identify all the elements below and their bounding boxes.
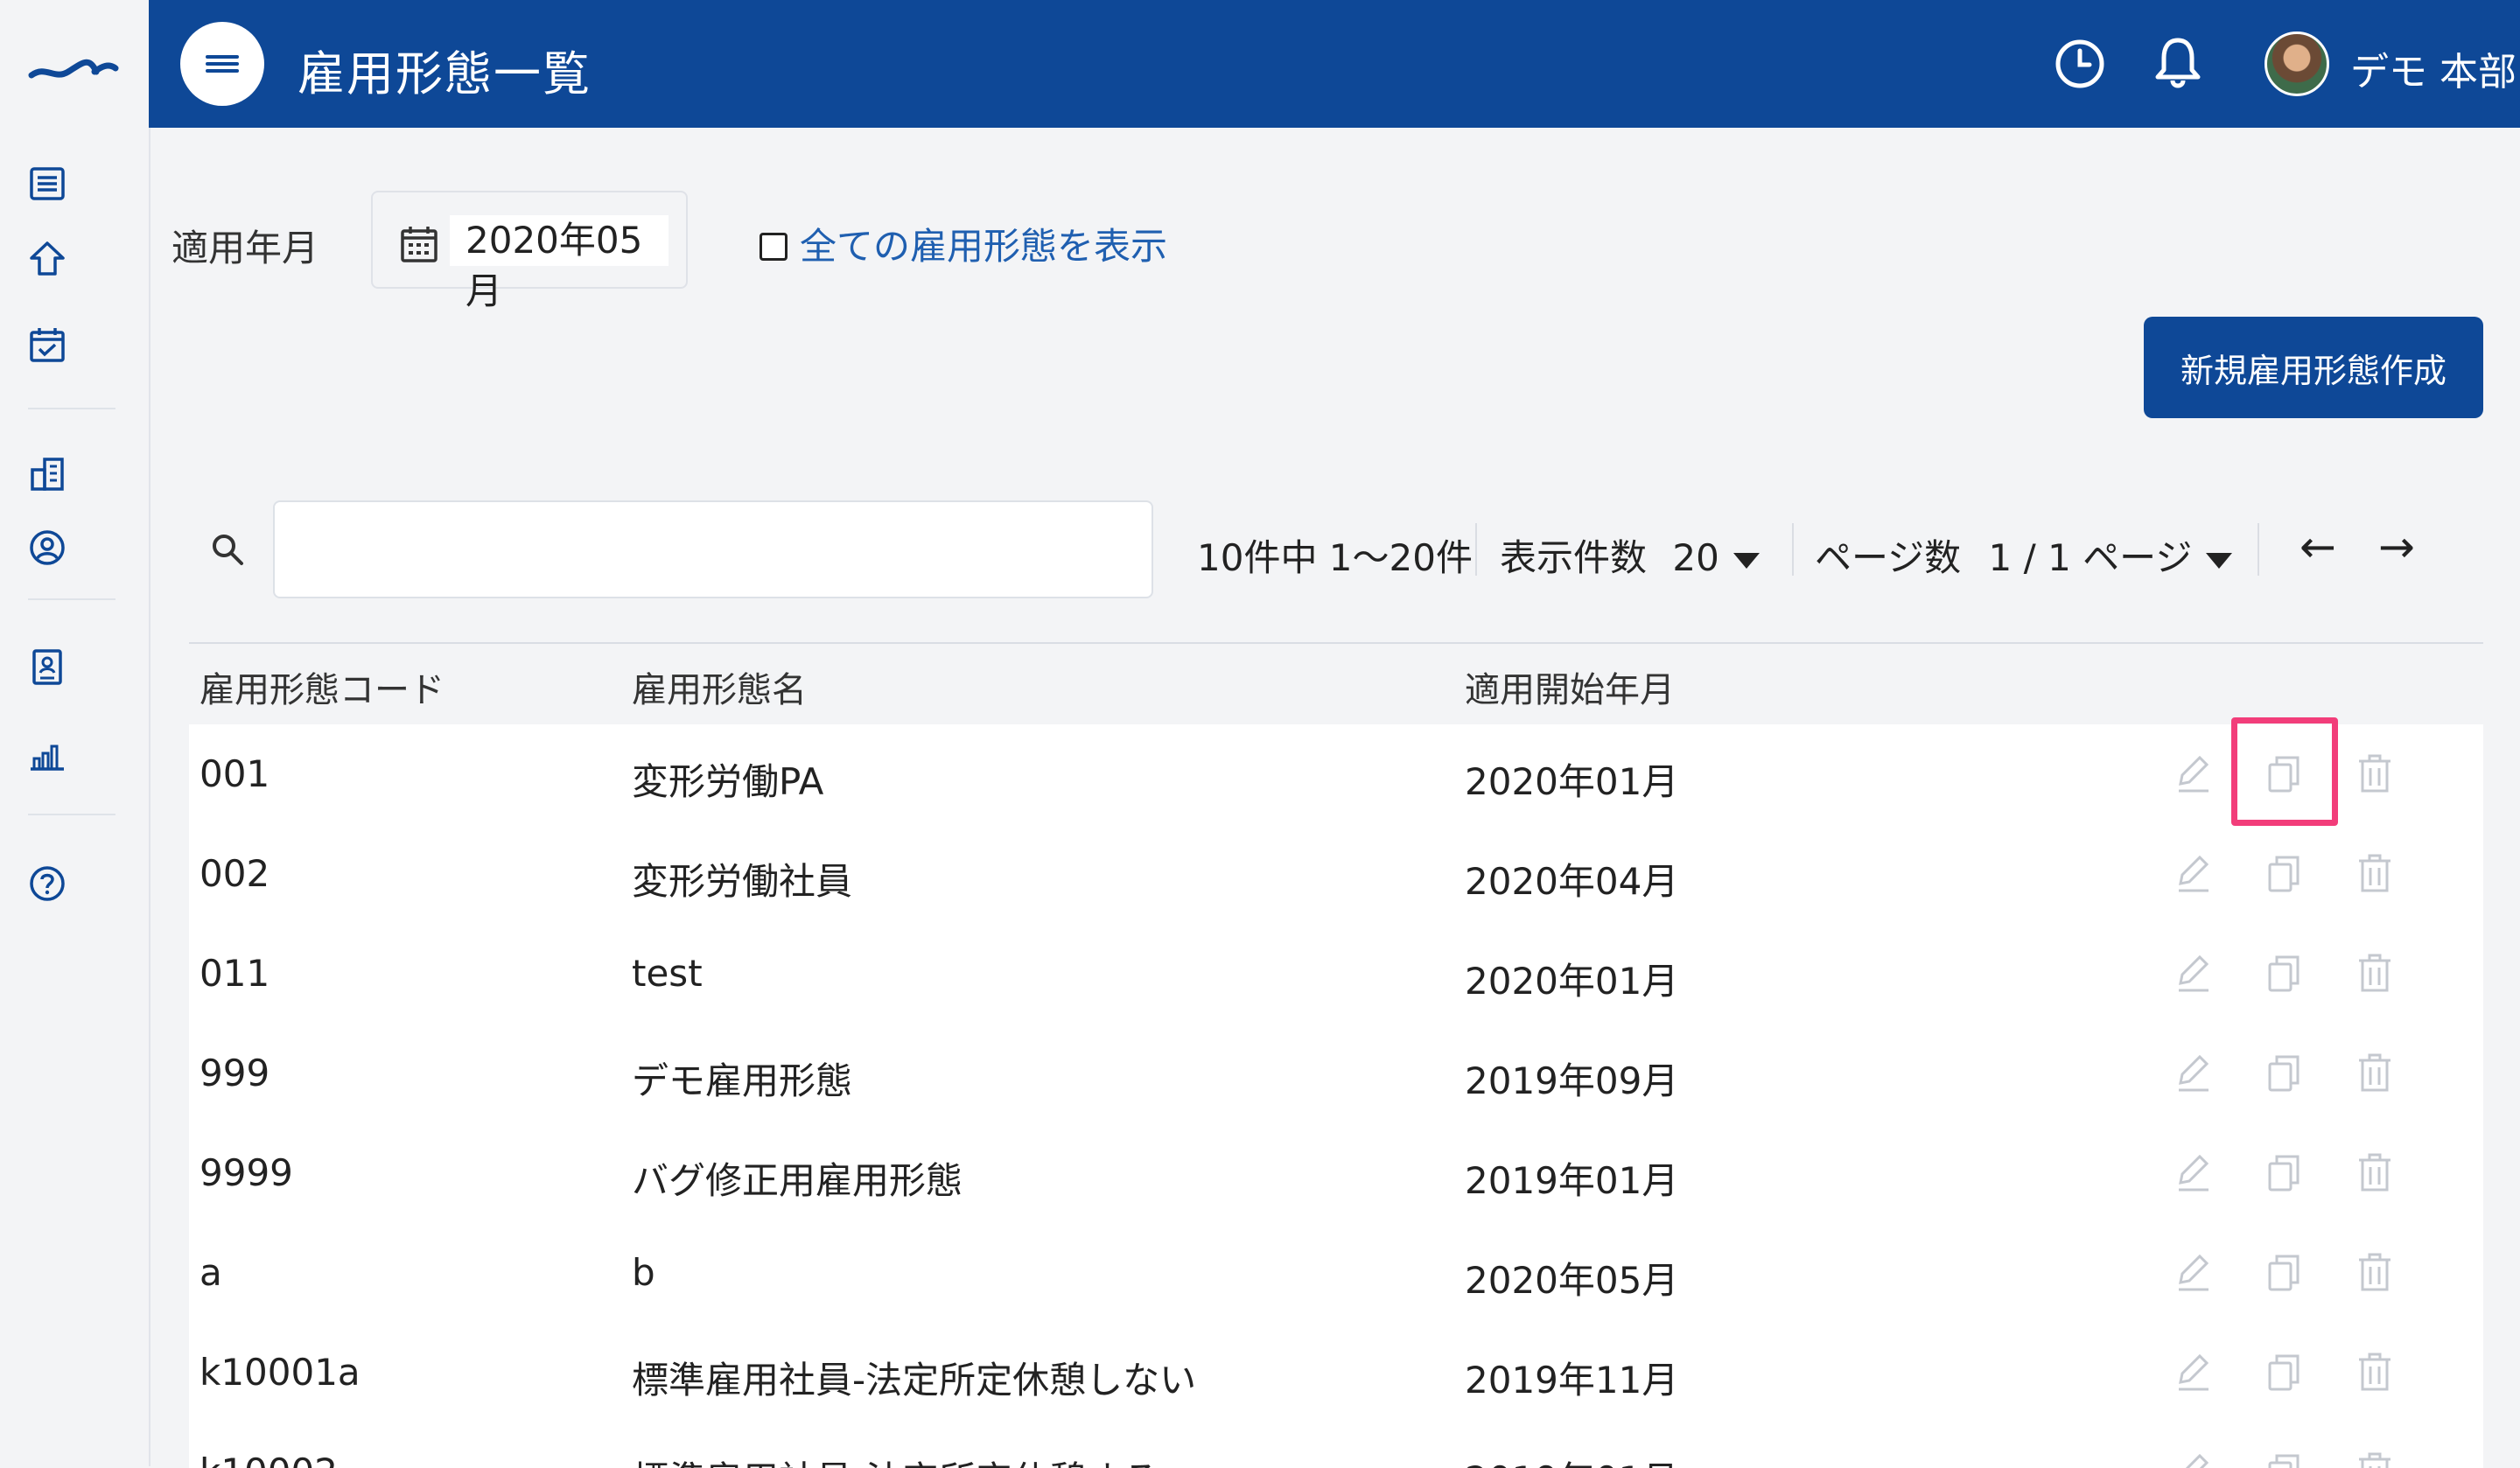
table-row[interactable]: a b 2020年05月: [189, 1223, 2483, 1325]
copy-icon[interactable]: [2263, 1150, 2305, 1195]
caret-down-icon[interactable]: [1732, 552, 1760, 569]
cell-name: 変形労働PA: [632, 760, 824, 803]
table-row[interactable]: 9999 バグ修正用雇用形態 2019年01月: [189, 1123, 2483, 1225]
per-page-selector[interactable]: 表示件数 20: [1500, 528, 1760, 582]
building-icon[interactable]: [24, 451, 70, 497]
table-row[interactable]: k10001a 標準雇用社員-法定所定休憩しない 2019年11月: [189, 1323, 2483, 1424]
cell-code: 002: [200, 852, 270, 895]
cell-start: 2020年01月: [1465, 960, 1679, 1003]
cell-code: a: [200, 1251, 222, 1294]
cell-start: 2019年11月: [1465, 1359, 1679, 1402]
bell-icon[interactable]: [2151, 35, 2205, 93]
edit-icon[interactable]: [2172, 1449, 2214, 1468]
cell-start: 2020年04月: [1465, 860, 1679, 903]
cell-code: 001: [200, 752, 270, 795]
sidebar: [0, 0, 150, 1466]
cell-name: 標準雇用社員-法定所定休憩しない: [632, 1359, 1197, 1402]
avatar[interactable]: [2264, 31, 2329, 96]
copy-icon[interactable]: [2263, 751, 2305, 796]
prev-page-arrow-icon[interactable]: ←: [2300, 521, 2336, 572]
cell-name: 標準雇用社員-法定所定休憩する: [632, 1451, 1159, 1468]
edit-icon[interactable]: [2172, 751, 2214, 796]
caret-down-icon[interactable]: [2206, 552, 2233, 569]
cell-code: k10002: [200, 1451, 338, 1468]
hamburger-icon: [206, 52, 239, 76]
bar-chart-icon[interactable]: [24, 733, 70, 779]
edit-icon[interactable]: [2172, 1349, 2214, 1395]
copy-icon[interactable]: [2263, 1050, 2305, 1095]
table-row[interactable]: 999 デモ雇用形態 2019年09月: [189, 1024, 2483, 1125]
per-page-label: 表示件数: [1500, 536, 1648, 579]
cell-start: 2019年09月: [1465, 1059, 1679, 1102]
delete-icon[interactable]: [2354, 1150, 2396, 1195]
page-selector[interactable]: ページ数 1 / 1 ページ: [1815, 528, 2233, 582]
show-all-checkbox[interactable]: [760, 233, 788, 261]
edit-icon[interactable]: [2172, 950, 2214, 996]
list-icon[interactable]: [24, 161, 70, 206]
delete-icon[interactable]: [2354, 751, 2396, 796]
column-header-start: 適用開始年月: [1465, 670, 1675, 710]
show-all-label[interactable]: 全ての雇用形態を表示: [800, 217, 1167, 270]
cell-name: デモ雇用形態: [632, 1059, 853, 1102]
cell-code: 9999: [200, 1151, 293, 1194]
next-page-arrow-icon[interactable]: →: [2378, 521, 2415, 572]
per-page-value[interactable]: 20: [1672, 536, 1718, 579]
cell-name: 変形労働社員: [632, 860, 853, 903]
home-icon[interactable]: [24, 236, 70, 282]
edit-icon[interactable]: [2172, 1050, 2214, 1095]
cell-name: バグ修正用雇用形態: [632, 1159, 963, 1202]
table-row[interactable]: 001 変形労働PA 2020年01月: [189, 724, 2483, 826]
cell-code: 011: [200, 952, 270, 995]
page-value[interactable]: 1 / 1 ページ: [1989, 536, 2193, 579]
delete-icon[interactable]: [2354, 950, 2396, 996]
copy-icon[interactable]: [2263, 1349, 2305, 1395]
cell-start: 2020年01月: [1465, 760, 1679, 803]
cell-name: b: [632, 1251, 655, 1294]
cell-code: k10001a: [200, 1351, 360, 1394]
page-title: 雇用形態一覧: [298, 46, 592, 101]
copy-icon[interactable]: [2263, 850, 2305, 896]
delete-icon[interactable]: [2354, 1050, 2396, 1095]
page-label: ページ数: [1815, 536, 1962, 579]
clock-icon[interactable]: [2053, 37, 2107, 91]
copy-icon[interactable]: [2263, 1249, 2305, 1295]
column-header-name: 雇用形態名: [632, 670, 807, 710]
copy-icon[interactable]: [2263, 950, 2305, 996]
edit-icon[interactable]: [2172, 850, 2214, 896]
help-icon[interactable]: [24, 861, 70, 906]
delete-icon[interactable]: [2354, 1249, 2396, 1295]
search-icon: [213, 535, 243, 565]
cell-start: 2020年05月: [1465, 1259, 1679, 1302]
table-row[interactable]: 002 変形労働社員 2020年04月: [189, 824, 2483, 926]
record-count: 10件中 1〜20件: [1197, 536, 1473, 579]
month-value[interactable]: 2020年05月: [450, 215, 668, 312]
employment-type-table: 雇用形態コード 雇用形態名 適用開始年月 001 変形労働PA 2020年01月 00…: [189, 642, 2483, 1468]
delete-icon[interactable]: [2354, 1449, 2396, 1468]
calendar-icon: [401, 227, 438, 262]
cell-start: 2019年01月: [1465, 1451, 1678, 1468]
search-input[interactable]: [273, 500, 1153, 598]
table-row[interactable]: 011 test 2020年01月: [189, 924, 2483, 1025]
copy-icon[interactable]: [2263, 1449, 2305, 1468]
month-picker[interactable]: 2020年05月: [371, 191, 688, 312]
month-label: 適用年月: [172, 227, 319, 269]
table-row[interactable]: k10002 標準雇用社員-法定所定休憩する 2019年01月: [189, 1423, 2483, 1468]
edit-icon[interactable]: [2172, 1249, 2214, 1295]
column-header-code: 雇用形態コード: [200, 670, 444, 710]
cell-code: 999: [200, 1052, 270, 1094]
user-name[interactable]: デモ 本部: [2350, 40, 2516, 96]
delete-icon[interactable]: [2354, 1349, 2396, 1395]
calendar-check-icon[interactable]: [24, 322, 70, 367]
menu-button[interactable]: [180, 22, 264, 106]
user-circle-icon[interactable]: [24, 525, 70, 570]
id-card-icon[interactable]: [24, 644, 70, 689]
cell-start: 2019年01月: [1465, 1159, 1679, 1202]
top-bar: 雇用形態一覧 デモ 本部: [149, 0, 2520, 128]
table-header: 雇用形態コード 雇用形態名 適用開始年月: [189, 644, 2483, 726]
delete-icon[interactable]: [2354, 850, 2396, 896]
edit-icon[interactable]: [2172, 1150, 2214, 1195]
logo-icon[interactable]: [28, 45, 119, 89]
cell-name: test: [632, 952, 703, 995]
new-employment-type-button[interactable]: 新規雇用形態作成: [2144, 317, 2483, 418]
